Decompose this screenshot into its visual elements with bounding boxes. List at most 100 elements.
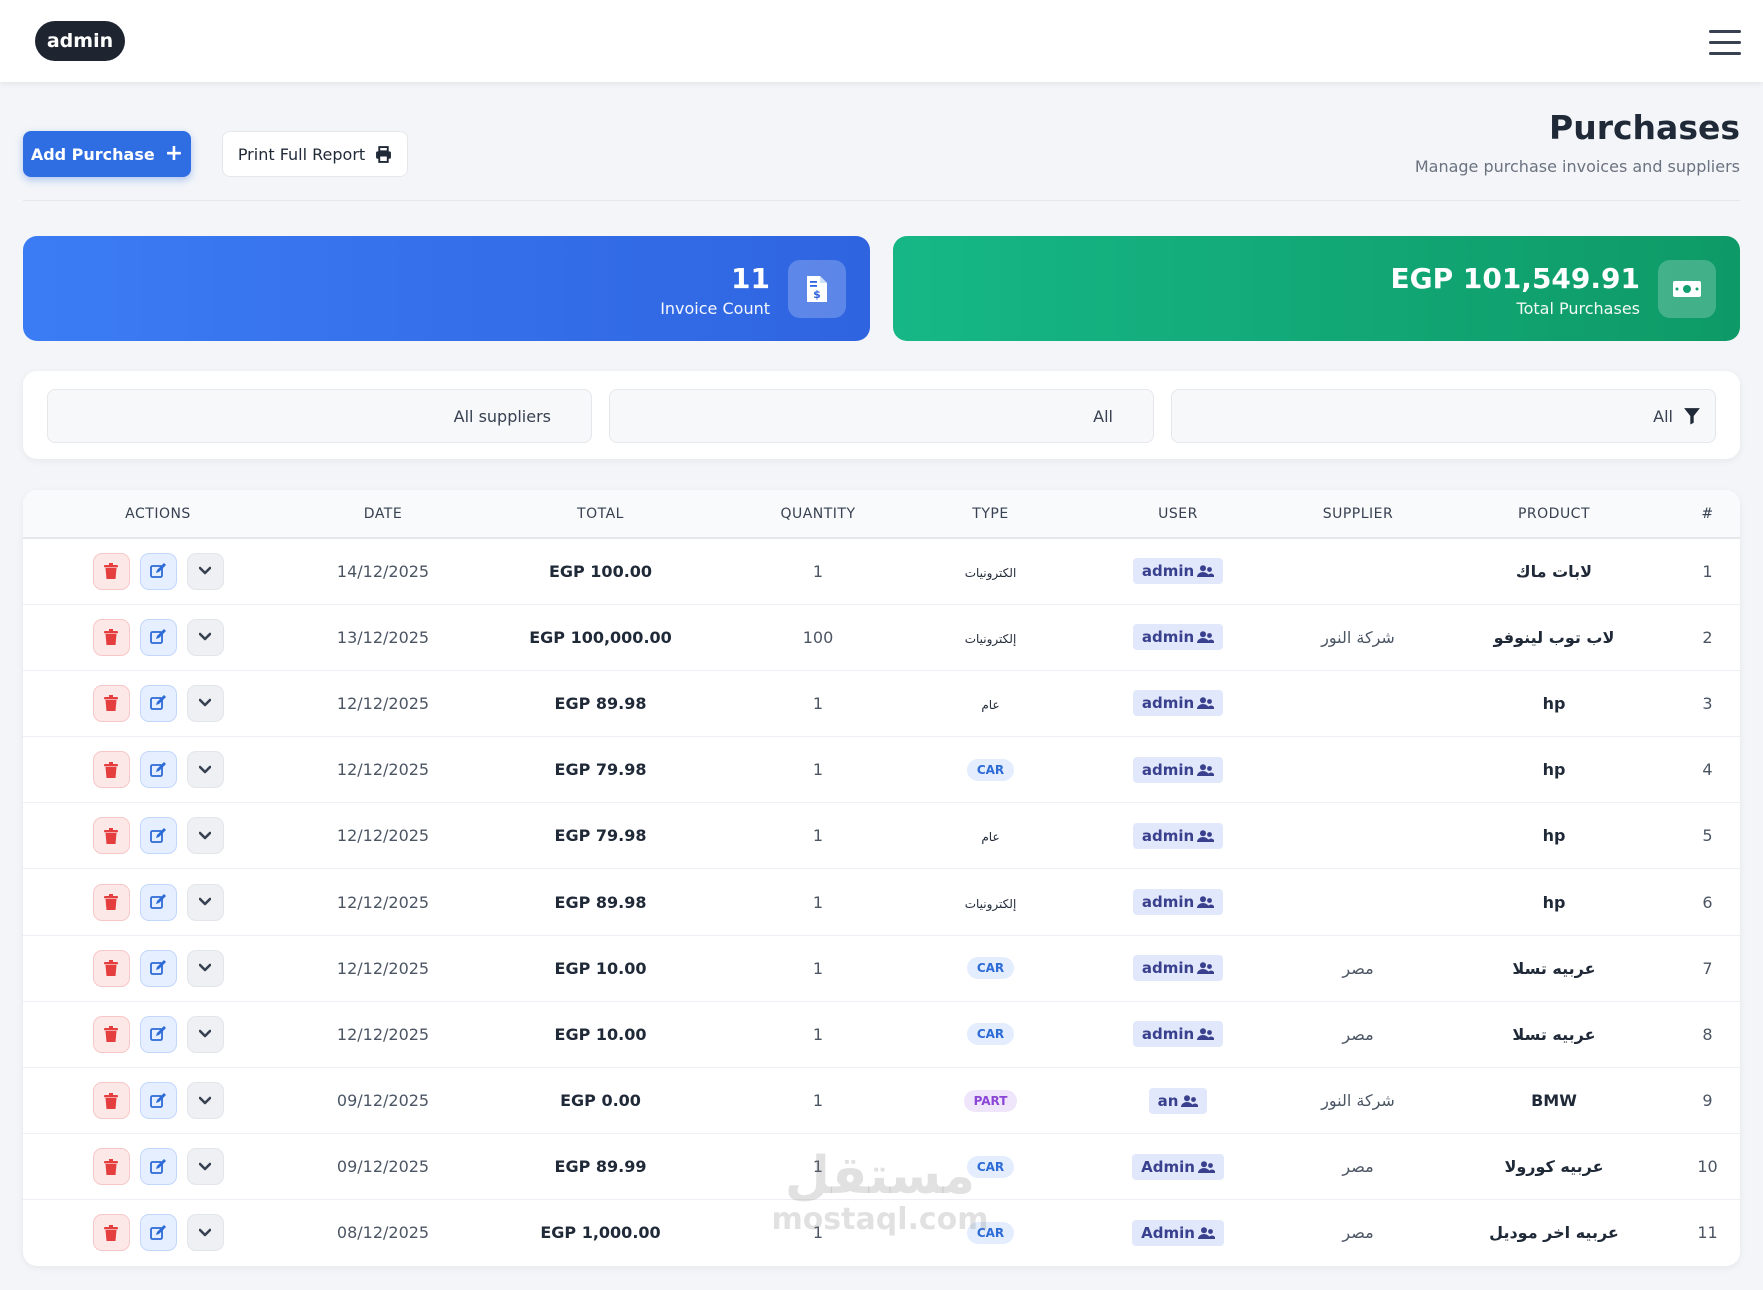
delete-button[interactable] — [92, 552, 130, 590]
expand-button[interactable] — [186, 883, 224, 921]
user-badge: admin — [1132, 690, 1224, 717]
users-icon — [1197, 763, 1215, 776]
cell-user: admin — [1073, 803, 1283, 869]
cell-total: EGP 89.98 — [554, 693, 647, 713]
cell-supplier: مصر — [1342, 1223, 1374, 1243]
cell-user: admin — [1073, 670, 1283, 736]
delete-button[interactable] — [92, 618, 130, 656]
cell-supplier — [1283, 670, 1433, 736]
expand-button[interactable] — [186, 817, 224, 855]
edit-button[interactable] — [139, 1214, 177, 1252]
supplier-filter-select[interactable]: All suppliers — [47, 389, 592, 443]
expand-button[interactable] — [186, 684, 224, 722]
table-row: 09/12/2025 EGP 89.99 1 CAR Admin مصر عرب… — [23, 1134, 1740, 1200]
print-report-label: Print Full Report — [237, 144, 366, 164]
type-badge: PART — [963, 1089, 1018, 1112]
cell-type: CAR — [908, 935, 1073, 1001]
expand-button[interactable] — [186, 949, 224, 987]
edit-button[interactable] — [139, 751, 177, 789]
delete-button[interactable] — [92, 949, 130, 987]
total-purchases-card: EGP 101,549.91 Total Purchases — [893, 236, 1740, 341]
table-row: 12/12/2025 EGP 89.98 1 عام admin hp 3 — [23, 670, 1740, 737]
delete-button[interactable] — [92, 751, 130, 789]
printer-icon — [376, 145, 392, 163]
edit-button[interactable] — [139, 1148, 177, 1186]
cell-quantity: 1 — [812, 1223, 824, 1243]
users-icon — [1197, 631, 1215, 644]
type-badge: CAR — [966, 1221, 1015, 1244]
delete-button[interactable] — [92, 1015, 130, 1053]
supplier-filter-value: All suppliers — [453, 406, 551, 426]
chevron-down-icon — [199, 632, 211, 641]
total-purchases-value: EGP 101,549.91 — [1390, 262, 1640, 295]
cell-user: Admin — [1073, 1134, 1283, 1200]
table-row: 09/12/2025 EGP 0.00 1 PART an شركة النور… — [23, 1068, 1740, 1134]
edit-button[interactable] — [139, 883, 177, 921]
cell-user: an — [1073, 1068, 1283, 1134]
header-number[interactable]: # — [1675, 490, 1740, 539]
expand-button[interactable] — [186, 1214, 224, 1252]
chevron-down-icon — [199, 963, 211, 972]
delete-button[interactable] — [92, 684, 130, 722]
expand-button[interactable] — [186, 1148, 224, 1186]
users-icon — [1197, 565, 1215, 578]
header-user[interactable]: USER — [1073, 490, 1283, 539]
edit-button[interactable] — [139, 1082, 177, 1120]
header-quantity[interactable]: QUANTITY — [728, 490, 908, 539]
cell-user: admin — [1073, 737, 1283, 803]
cell-date: 09/12/2025 — [336, 1091, 430, 1111]
table-row: 12/12/2025 EGP 10.00 1 CAR admin مصر عرب… — [23, 935, 1740, 1002]
user-name: admin — [1141, 959, 1195, 978]
cell-date: 13/12/2025 — [336, 627, 430, 647]
trash-icon — [104, 1224, 118, 1241]
edit-button[interactable] — [139, 817, 177, 855]
hamburger-menu-icon[interactable] — [1709, 30, 1741, 62]
expand-button[interactable] — [186, 552, 224, 590]
header-total[interactable]: TOTAL — [473, 490, 728, 539]
header-date[interactable]: DATE — [293, 490, 473, 539]
header-type[interactable]: TYPE — [908, 490, 1073, 539]
money-icon — [1658, 260, 1716, 318]
header-product[interactable]: PRODUCT — [1433, 490, 1675, 539]
delete-button[interactable] — [92, 1082, 130, 1120]
delete-button[interactable] — [92, 1214, 130, 1252]
edit-button[interactable] — [139, 684, 177, 722]
user-badge: admin — [1132, 756, 1224, 783]
trash-icon — [104, 894, 118, 911]
edit-button[interactable] — [139, 618, 177, 656]
cell-date: 12/12/2025 — [336, 958, 430, 978]
add-purchase-button[interactable]: Add Purchase + — [23, 131, 191, 177]
delete-button[interactable] — [92, 1148, 130, 1186]
filter-icon — [1684, 408, 1700, 425]
edit-icon — [150, 1224, 166, 1240]
trash-icon — [104, 1026, 118, 1043]
print-report-button[interactable]: Print Full Report — [222, 131, 408, 177]
delete-button[interactable] — [92, 883, 130, 921]
user-badge: admin — [1132, 889, 1224, 916]
edit-button[interactable] — [139, 1015, 177, 1053]
cell-quantity: 1 — [812, 1091, 824, 1111]
user-pill[interactable]: admin — [35, 21, 125, 61]
category-filter-select[interactable]: All — [609, 389, 1154, 443]
expand-button[interactable] — [186, 618, 224, 656]
edit-button[interactable] — [139, 949, 177, 987]
edit-icon — [150, 960, 166, 976]
cell-number: 6 — [1702, 892, 1713, 912]
users-icon — [1197, 697, 1215, 710]
expand-button[interactable] — [186, 1015, 224, 1053]
expand-button[interactable] — [186, 1082, 224, 1120]
edit-button[interactable] — [139, 552, 177, 590]
user-badge: admin — [1132, 822, 1224, 849]
cell-supplier — [1283, 538, 1433, 604]
type-filter-select[interactable]: All — [1171, 389, 1716, 443]
cell-total: EGP 89.98 — [554, 892, 647, 912]
expand-button[interactable] — [186, 751, 224, 789]
total-purchases-label: Total Purchases — [1516, 299, 1640, 318]
users-icon — [1197, 1160, 1215, 1173]
cell-total: EGP 1,000.00 — [540, 1223, 661, 1243]
chevron-down-icon — [199, 699, 211, 707]
delete-button[interactable] — [92, 817, 130, 855]
header-supplier[interactable]: SUPPLIER — [1283, 490, 1433, 539]
cell-supplier — [1283, 869, 1433, 935]
cell-product: hp — [1542, 892, 1566, 912]
